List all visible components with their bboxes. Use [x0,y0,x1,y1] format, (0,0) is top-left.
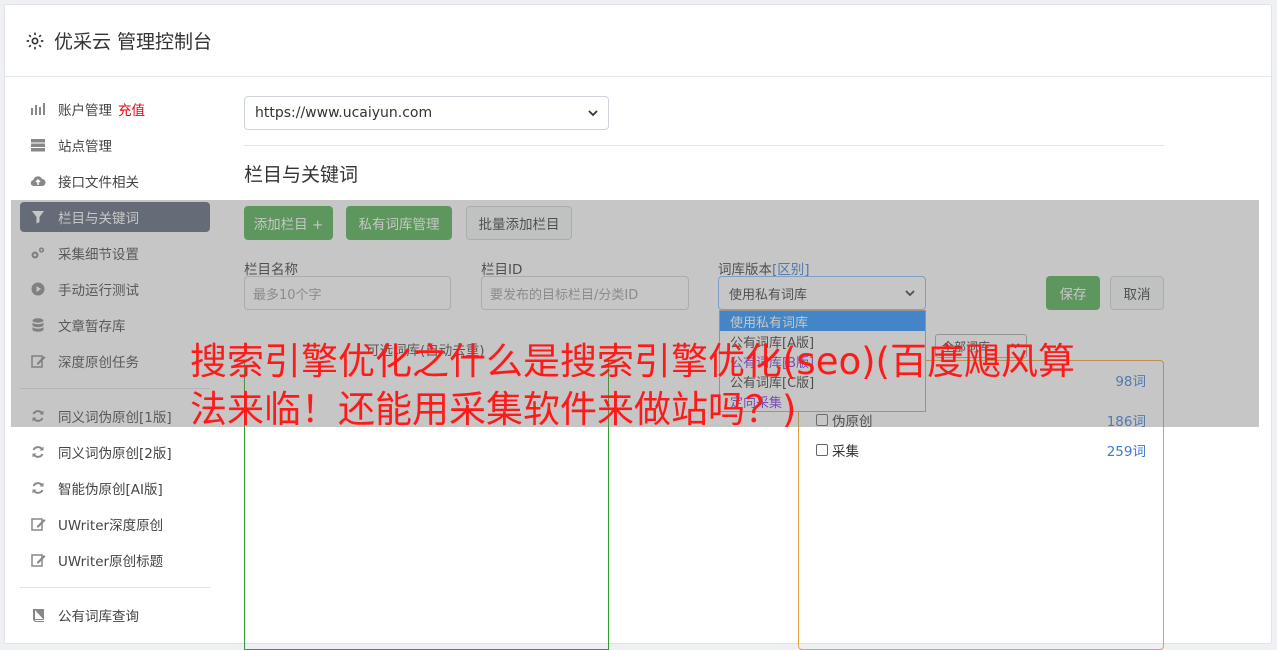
version-select-value: 使用私有词库 [729,287,808,303]
version-dropdown[interactable]: 使用私有词库 公有词库[A版] 公有词库[B版] 公有词库[C版] 定向采集 [719,310,926,412]
chevron-down-icon [905,289,915,296]
recharge-link[interactable]: 充值 [118,99,145,119]
sidebar-item-uwriter-title[interactable]: UWriter原创标题 [20,545,210,575]
bar-chart-icon [30,101,46,117]
sidebar-item-public-lib[interactable]: 公有词库查询 [20,600,210,630]
sidebar-item-label: 文章暂存库 [58,319,126,335]
lib-row[interactable]: 采集 259词 [816,440,1146,460]
add-column-button[interactable]: 添加栏目 + [244,206,333,240]
lib-row-count: 259词 [1106,444,1146,460]
version-label: 词库版本[区别] [718,258,810,278]
sidebar-item-label: 站点管理 [58,139,112,155]
sidebar-item-synonym-v2[interactable]: 同义词伪原创[2版] [20,437,210,467]
chevron-down-icon [588,109,598,116]
sidebar-divider [20,587,210,588]
sidebar-item-label: 公有词库查询 [58,609,139,625]
section-title: 栏目与关键词 [244,164,359,186]
sidebar-divider [20,388,210,389]
lib-filter-select[interactable]: 全部词库 [935,334,1027,358]
column-name-input[interactable]: 最多10个字 [244,276,451,310]
version-option[interactable]: 公有词库[A版] [720,331,925,351]
sidebar-item-label: 账户管理 [58,103,112,119]
sidebar-item-manual-run[interactable]: 手动运行测试 [20,274,210,304]
site-select[interactable]: https://www.ucaiyun.com [244,96,609,130]
site-select-value: https://www.ucaiyun.com [255,105,433,121]
sidebar-item-label: 栏目与关键词 [58,211,139,227]
version-select[interactable]: 使用私有词库 [718,276,926,310]
sidebar-item-article-store[interactable]: 文章暂存库 [20,310,210,340]
version-option[interactable]: 定向采集 [720,391,925,411]
console-header: 优采云 管理控制台 [5,5,1271,77]
column-id-label: 栏目ID [481,262,523,278]
sidebar-item-label: 同义词伪原创[2版] [58,446,172,462]
sidebar-item-label: 智能伪原创[AI版] [58,482,163,498]
version-option[interactable]: 公有词库[B版] [720,351,925,371]
candidate-lib-label: 可选词库(自动去重) [366,343,485,359]
sidebar-item-account[interactable]: 账户管理 充值 [20,94,210,124]
edit-icon [30,516,46,532]
selected-columns-panel [244,360,609,650]
sidebar-item-crawl-settings[interactable]: 采集细节设置 [20,238,210,268]
lib-checkbox[interactable] [816,414,828,426]
sidebar: 账户管理 充值 站点管理 接口文件相关 栏目与关键词 采集细节设置 手动运行测试… [20,94,210,636]
sidebar-item-label: 接口文件相关 [58,175,139,191]
version-option[interactable]: 使用私有词库 [720,311,925,331]
cancel-button[interactable]: 取消 [1110,276,1164,310]
section-divider [244,145,1164,146]
lib-checkbox[interactable] [816,444,828,456]
sidebar-item-sites[interactable]: 站点管理 [20,130,210,160]
sidebar-item-columns-keywords[interactable]: 栏目与关键词 [20,202,210,232]
edit-icon [30,353,46,369]
edit-icon [30,552,46,568]
private-lib-button[interactable]: 私有词库管理 [346,206,452,240]
sidebar-item-label: 手动运行测试 [58,283,139,299]
lib-row-count: 186词 [1106,414,1146,430]
refresh-icon [30,480,46,496]
sidebar-item-label: 同义词伪原创[1版] [58,410,172,426]
cogs-icon [30,245,46,261]
main-content: https://www.ucaiyun.com [244,96,1164,130]
lib-row[interactable]: 伪原创 186词 [816,410,1146,430]
version-option[interactable]: 公有词库[C版] [720,371,925,391]
sidebar-item-synonym-v1[interactable]: 同义词伪原创[1版] [20,401,210,431]
lib-row-count: 98词 [1115,374,1146,390]
save-button[interactable]: 保存 [1046,276,1100,310]
column-name-label: 栏目名称 [244,262,298,278]
chevron-down-icon [1011,343,1020,349]
sidebar-item-deep-original[interactable]: 深度原创任务 [20,346,210,376]
lib-row-label: 采集 [832,444,859,460]
refresh-icon [30,444,46,460]
console-title: 优采云 管理控制台 [54,31,213,53]
gear-icon [26,32,44,49]
book-icon [30,607,46,623]
sidebar-item-ai-rewrite[interactable]: 智能伪原创[AI版] [20,473,210,503]
cloud-upload-icon [30,173,46,189]
sidebar-item-label: UWriter深度原创 [58,518,164,534]
column-id-input[interactable]: 要发布的目标栏目/分类ID [481,276,689,310]
lib-filter-value: 全部词库 [942,339,991,354]
sidebar-item-uwriter-original[interactable]: UWriter深度原创 [20,509,210,539]
play-circle-icon [30,281,46,297]
refresh-icon [30,408,46,424]
lib-row-label: 伪原创 [832,414,873,430]
batch-add-button[interactable]: 批量添加栏目 [466,206,572,240]
server-icon [30,137,46,153]
sidebar-item-label: 深度原创任务 [58,355,139,371]
sidebar-item-label: UWriter原创标题 [58,554,164,570]
sidebar-item-label: 采集细节设置 [58,247,139,263]
filter-icon [30,209,46,225]
database-icon [30,317,46,333]
sidebar-item-api-files[interactable]: 接口文件相关 [20,166,210,196]
